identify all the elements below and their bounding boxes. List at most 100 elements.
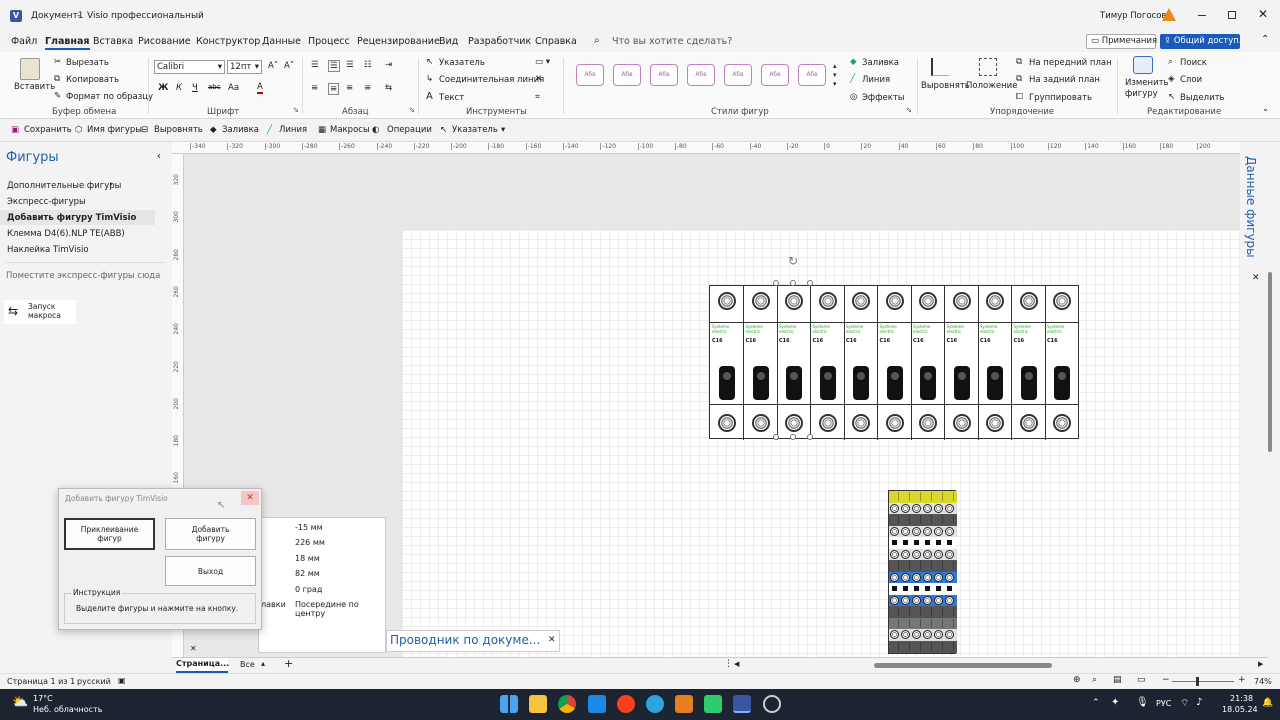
shape-style-tile[interactable]: Абв: [798, 64, 826, 86]
terminal-cell[interactable]: [934, 503, 943, 513]
menu-design[interactable]: Конструктор: [196, 36, 260, 47]
terminal-cell[interactable]: [945, 572, 954, 582]
terminal-cell[interactable]: [936, 540, 941, 545]
paste-icon[interactable]: [20, 58, 40, 80]
shape-style-tile[interactable]: Абв: [687, 64, 715, 86]
pointer-tool[interactable]: Указатель: [439, 58, 485, 68]
angle-value[interactable]: 0 град: [295, 585, 322, 594]
terminal-cell[interactable]: [945, 595, 954, 605]
weather-temp[interactable]: 17°C: [33, 694, 53, 703]
terminal-cell[interactable]: [901, 572, 910, 582]
text-direction-icon[interactable]: ⇆: [385, 83, 392, 93]
terminal-cell[interactable]: [901, 607, 910, 616]
breaker-lever[interactable]: [920, 366, 936, 400]
terminal-cell[interactable]: [901, 595, 910, 605]
quick-shapes-item[interactable]: Экспресс-фигуры: [7, 197, 86, 207]
terminal-cell[interactable]: [892, 586, 897, 591]
tell-me-search[interactable]: Что вы хотите сделать?: [612, 36, 732, 47]
volume-icon[interactable]: ♪: [1196, 697, 1202, 708]
terminal-cell[interactable]: [947, 586, 952, 591]
terminal-cell[interactable]: [914, 586, 919, 591]
breaker-lever[interactable]: [819, 366, 836, 400]
shape-name-icon[interactable]: ⬡: [75, 125, 82, 135]
align-qat-icon[interactable]: ⊟: [141, 125, 148, 135]
more-shapes-item[interactable]: Дополнительные фигуры: [7, 181, 121, 191]
terminal-cell[interactable]: [901, 549, 910, 559]
terminal-cell[interactable]: [912, 641, 921, 651]
menu-help[interactable]: Справка: [535, 36, 577, 47]
add-shape-button[interactable]: Добавить фигуру: [165, 518, 256, 550]
terminal-stencil-item[interactable]: Клемма D4(6).NLP TE(ABB): [7, 229, 125, 239]
terminal-cell[interactable]: [901, 503, 910, 513]
mail-icon[interactable]: [588, 695, 606, 713]
menu-developer[interactable]: Разработчик: [468, 36, 531, 47]
effects-button[interactable]: Эффекты: [862, 93, 905, 103]
search-icon[interactable]: ⌕: [594, 35, 600, 46]
font-name-field[interactable]: Calibri ▾: [154, 60, 225, 74]
network-icon[interactable]: ✦: [1111, 697, 1119, 708]
wifi-icon[interactable]: ⌔: [1180, 697, 1189, 710]
terminal-cell[interactable]: [945, 515, 954, 524]
terminal-cell[interactable]: [912, 503, 921, 513]
send-back-icon[interactable]: ⧉: [1016, 74, 1022, 84]
breaker-lever[interactable]: [786, 366, 802, 400]
chevron-down-icon[interactable]: ▾: [255, 61, 261, 73]
bold-button[interactable]: Ж: [158, 83, 168, 93]
menu-draw[interactable]: Рисование: [138, 36, 191, 47]
terminal-cell[interactable]: [947, 540, 952, 545]
breaker-lever[interactable]: [953, 366, 970, 400]
start-icon[interactable]: [500, 695, 518, 713]
terminal-cell[interactable]: [923, 561, 932, 570]
terminal-cell[interactable]: [914, 540, 919, 545]
terminal-cell[interactable]: [936, 586, 941, 591]
language-status[interactable]: русский: [77, 677, 111, 686]
terminal-cell[interactable]: [912, 607, 921, 616]
terminal-cell[interactable]: [934, 492, 943, 501]
line-qat-button[interactable]: Линия: [279, 125, 307, 135]
shape-style-tile[interactable]: Абв: [613, 64, 641, 86]
terminal-cell[interactable]: [903, 540, 908, 545]
terminal-cell[interactable]: [912, 492, 921, 501]
terminal-cell[interactable]: [890, 492, 899, 501]
bring-front-button[interactable]: На передний план: [1029, 58, 1112, 68]
terminal-cell[interactable]: [934, 515, 943, 524]
terminal-cell[interactable]: [912, 630, 921, 639]
dialog-launcher-icon[interactable]: ⬂: [409, 106, 415, 114]
shape-data-panel[interactable]: Данные фигуры ✕: [1240, 142, 1272, 659]
x-value[interactable]: -15 мм: [295, 523, 323, 532]
text-tool[interactable]: Текст: [439, 93, 464, 103]
terminal-cell[interactable]: [912, 561, 921, 570]
chevron-down-icon[interactable]: ▾: [218, 61, 224, 73]
terminal-cell[interactable]: [925, 540, 930, 545]
terminal-cell[interactable]: [923, 515, 932, 524]
text-icon[interactable]: A: [426, 91, 433, 102]
circuit-breaker[interactable]: Systeme electric C16: [878, 286, 912, 440]
menu-home[interactable]: Главная: [45, 36, 90, 50]
shape-style-tile[interactable]: Абв: [761, 64, 789, 86]
exit-button[interactable]: Выход: [165, 556, 256, 586]
terminal-cell[interactable]: [903, 586, 908, 591]
telegram-icon[interactable]: [646, 695, 664, 713]
justify-icon[interactable]: ≡: [364, 83, 371, 93]
circuit-breaker[interactable]: Systeme electric C16: [744, 286, 778, 440]
terminal-cell[interactable]: [934, 630, 943, 639]
breaker-lever[interactable]: [752, 366, 769, 400]
terminal-cell[interactable]: [923, 549, 932, 559]
paste-button[interactable]: Вставить: [14, 82, 55, 92]
change-case-button[interactable]: Aa: [228, 83, 239, 93]
breaker-lever[interactable]: [719, 366, 735, 400]
pointer-qat-icon[interactable]: ↖: [440, 125, 447, 135]
pan-zoom-icon[interactable]: ⌕: [1092, 675, 1097, 685]
close-icon[interactable]: ✕: [190, 644, 197, 653]
breaker-lever[interactable]: [853, 366, 869, 400]
group-button[interactable]: Группировать: [1029, 93, 1092, 103]
save-button[interactable]: Сохранить: [24, 125, 72, 135]
send-back-button[interactable]: На задний план: [1029, 75, 1100, 85]
breaker-lever[interactable]: [886, 366, 903, 400]
shape-style-tile[interactable]: Абв: [650, 64, 678, 86]
menu-data[interactable]: Данные: [262, 36, 301, 47]
circuit-breaker[interactable]: Systeme electric C16: [978, 286, 1012, 440]
zoom-slider-thumb[interactable]: [1196, 677, 1199, 686]
terminal-cell[interactable]: [934, 572, 943, 582]
terminal-cell[interactable]: [945, 607, 954, 616]
